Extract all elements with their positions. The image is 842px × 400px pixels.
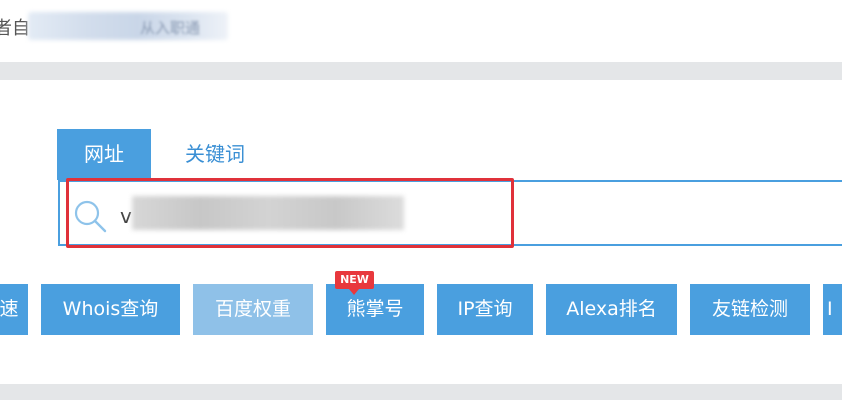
- tool-button-alexa[interactable]: Alexa排名: [546, 284, 677, 335]
- blurred-header-text: 从入职通: [140, 19, 201, 37]
- tool-button-whois[interactable]: Whois查询: [41, 284, 180, 335]
- header-partial-label: 者自: [0, 18, 30, 39]
- new-badge: NEW: [335, 271, 374, 295]
- section-divider-top: [0, 62, 842, 80]
- tool-button-baidu-weight[interactable]: 百度权重: [193, 284, 313, 335]
- section-divider-bottom: [0, 384, 842, 400]
- highlight-box: [66, 178, 514, 248]
- tool-button-friend-link[interactable]: 友链检测: [690, 284, 810, 335]
- tool-button-xiongzhang[interactable]: 熊掌号: [326, 284, 424, 335]
- tool-button-ip-query[interactable]: IP查询: [437, 284, 533, 335]
- tab-keyword[interactable]: 关键词: [168, 129, 262, 180]
- tool-button-partial[interactable]: I: [823, 284, 842, 335]
- tab-url[interactable]: 网址: [57, 129, 151, 180]
- tool-button-speed[interactable]: 速: [0, 284, 28, 335]
- top-bar: 者自 从入职通: [0, 0, 842, 62]
